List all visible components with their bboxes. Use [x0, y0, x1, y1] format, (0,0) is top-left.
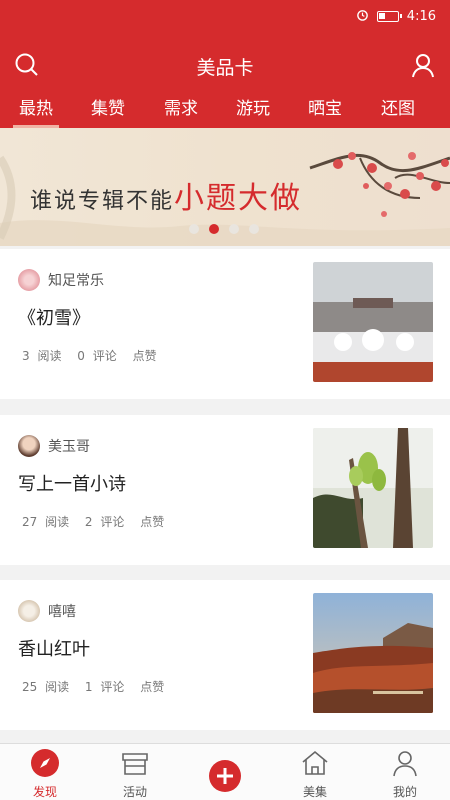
carousel-dot[interactable]: [189, 224, 199, 234]
post-title: 香山红叶: [18, 639, 90, 660]
tab-needs[interactable]: 需求: [164, 94, 198, 119]
top-bar: 美品卡: [0, 44, 450, 84]
user-icon: [393, 751, 417, 777]
category-tabs: 最热 集赞 需求 游玩 晒宝 还图: [0, 88, 450, 128]
plus-icon: [217, 768, 233, 784]
nav-collection[interactable]: 美集: [285, 748, 345, 800]
read-count: 25 阅读: [22, 680, 70, 694]
post-thumbnail: [313, 262, 433, 382]
post-card[interactable]: 知足常乐 《初雪》 3 阅读 0 评论 点赞: [0, 249, 450, 399]
avatar: [18, 269, 40, 291]
carousel-dot[interactable]: [229, 224, 239, 234]
nav-activity-label: 活动: [122, 785, 147, 799]
post-thumbnail: [313, 428, 433, 548]
author-name: 美玉哥: [48, 439, 90, 455]
nav-collection-label: 美集: [302, 785, 327, 799]
carousel-dot[interactable]: [249, 224, 259, 234]
create-post-button[interactable]: [209, 760, 241, 792]
profile-icon[interactable]: [408, 50, 438, 80]
post-stats: 27 阅读 2 评论 点赞: [22, 513, 172, 530]
post-card[interactable]: 美玉哥 写上一首小诗 27 阅读 2 评论 点赞: [0, 415, 450, 565]
post-title: 写上一首小诗: [18, 474, 126, 495]
nav-activity[interactable]: 活动: [105, 748, 165, 800]
post-stats: 25 阅读 1 评论 点赞: [22, 678, 172, 695]
nav-mine[interactable]: 我的: [375, 748, 435, 800]
carousel-indicator: [189, 224, 259, 234]
compass-icon: [31, 749, 59, 777]
post-title: 《初雪》: [18, 308, 90, 329]
author-name: 知足常乐: [48, 273, 104, 289]
post-author[interactable]: 美玉哥: [18, 435, 90, 457]
avatar: [18, 435, 40, 457]
tab-showoff[interactable]: 晒宝: [308, 94, 342, 119]
alarm-icon: [356, 8, 369, 25]
tab-hottest[interactable]: 最热: [13, 94, 59, 128]
nav-discover-label: 发现: [32, 785, 57, 799]
status-time: 4:16: [406, 9, 436, 24]
battery-icon: [376, 11, 402, 22]
read-count: 3 阅读: [22, 349, 62, 363]
tab-travel[interactable]: 游玩: [236, 94, 270, 119]
post-card[interactable]: 嘻嘻 香山红叶 25 阅读 1 评论 点赞: [0, 580, 450, 730]
comment-count: 2 评论: [84, 515, 125, 529]
tab-return-image[interactable]: 还图: [381, 94, 415, 119]
comment-count: 0 评论: [77, 349, 117, 363]
banner-text-small: 谁说专辑不能: [30, 189, 175, 214]
nav-discover[interactable]: 发现: [15, 748, 75, 800]
tab-likes[interactable]: 集赞: [91, 94, 125, 119]
read-count: 27 阅读: [22, 515, 70, 529]
carousel-dot-active[interactable]: [209, 224, 219, 234]
comment-count: 1 评论: [84, 680, 125, 694]
banner-text-big: 小题大做: [174, 181, 303, 216]
shop-icon: [122, 753, 148, 775]
post-author[interactable]: 嘻嘻: [18, 600, 76, 622]
app-header: 4:16 美品卡 最热 集赞 需求 游玩 晒宝 还图: [0, 0, 450, 128]
post-stats: 3 阅读 0 评论 点赞: [22, 347, 165, 364]
like-label[interactable]: 点赞: [140, 680, 164, 694]
author-name: 嘻嘻: [48, 604, 76, 620]
banner-slogan: 谁说专辑不能小题大做: [30, 173, 302, 217]
avatar: [18, 600, 40, 622]
like-label[interactable]: 点赞: [140, 515, 164, 529]
home-icon: [302, 750, 328, 775]
post-thumbnail: [313, 593, 433, 713]
status-bar: 4:16: [356, 8, 436, 25]
nav-mine-label: 我的: [392, 785, 417, 799]
like-label[interactable]: 点赞: [133, 349, 157, 363]
bottom-nav: 发现 活动 美集 我的: [0, 743, 450, 800]
post-author[interactable]: 知足常乐: [18, 269, 104, 291]
app-title: 美品卡: [196, 57, 254, 79]
